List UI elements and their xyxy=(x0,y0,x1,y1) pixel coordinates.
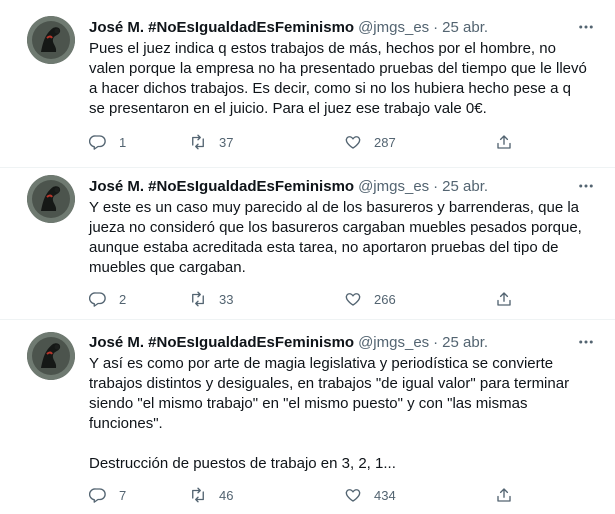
tweet[interactable]: José M. #NoEsIgualdadEsFeminismo @jmgs_e… xyxy=(0,14,615,168)
tweet-date[interactable]: 25 abr. xyxy=(442,178,488,195)
author-name[interactable]: José M. #NoEsIgualdadEsFeminismo xyxy=(89,334,354,351)
like-icon xyxy=(345,136,361,149)
avatar-image xyxy=(27,16,75,64)
retweet-icon xyxy=(192,134,204,150)
tweet-header: José M. #NoEsIgualdadEsFeminismo @jmgs_e… xyxy=(89,332,488,352)
reply-icon xyxy=(89,135,106,150)
tweet-header: José M. #NoEsIgualdadEsFeminismo @jmgs_e… xyxy=(89,176,488,196)
retweet-icon xyxy=(192,487,204,503)
share-icon xyxy=(497,488,511,502)
retweet-button[interactable]: 37 xyxy=(189,132,233,152)
author-name[interactable]: José M. #NoEsIgualdadEsFeminismo xyxy=(89,19,354,36)
share-button[interactable] xyxy=(495,485,513,505)
tweet-header: José M. #NoEsIgualdadEsFeminismo @jmgs_e… xyxy=(89,17,488,37)
retweet-icon xyxy=(192,291,204,307)
avatar[interactable] xyxy=(27,16,75,64)
avatar-image xyxy=(27,175,75,223)
like-count: 266 xyxy=(374,291,396,307)
reply-count: 2 xyxy=(119,291,127,307)
retweet-button[interactable]: 33 xyxy=(189,289,233,309)
like-icon xyxy=(345,293,361,306)
reply-count: 7 xyxy=(119,487,127,503)
separator-dot: · xyxy=(433,333,439,351)
reply-button[interactable]: 1 xyxy=(89,132,126,152)
tweet-actions: 7 46 434 xyxy=(89,485,519,505)
like-count: 287 xyxy=(374,134,396,150)
retweet-count: 37 xyxy=(219,134,234,150)
tweet-text: Pues el juez indica q estos trabajos de … xyxy=(89,40,587,117)
avatar[interactable] xyxy=(27,332,75,380)
separator-dot: · xyxy=(433,18,439,36)
separator-dot: · xyxy=(433,177,439,195)
reply-count: 1 xyxy=(119,134,127,150)
avatar-image xyxy=(27,332,75,380)
retweet-count: 46 xyxy=(219,487,234,503)
tweet-date[interactable]: 25 abr. xyxy=(442,19,488,36)
share-button[interactable] xyxy=(495,289,513,309)
timeline: José M. #NoEsIgualdadEsFeminismo @jmgs_e… xyxy=(0,0,615,514)
like-count: 434 xyxy=(374,487,396,503)
avatar[interactable] xyxy=(27,175,75,223)
like-button[interactable]: 434 xyxy=(344,485,396,505)
reply-button[interactable]: 2 xyxy=(89,289,126,309)
retweet-button[interactable]: 46 xyxy=(189,485,233,505)
like-icon xyxy=(345,489,361,502)
more-icon[interactable] xyxy=(576,332,596,352)
author-handle[interactable]: @jmgs_es xyxy=(358,334,429,351)
tweet-text: Y este es un caso muy parecido al de los… xyxy=(89,199,582,276)
share-button[interactable] xyxy=(495,132,513,152)
like-button[interactable]: 266 xyxy=(344,289,396,309)
reply-icon xyxy=(89,488,106,503)
retweet-count: 33 xyxy=(219,291,234,307)
tweet[interactable]: José M. #NoEsIgualdadEsFeminismo @jmgs_e… xyxy=(0,168,615,320)
tweet[interactable]: José M. #NoEsIgualdadEsFeminismo @jmgs_e… xyxy=(0,320,615,514)
author-name[interactable]: José M. #NoEsIgualdadEsFeminismo xyxy=(89,178,354,195)
tweet-date[interactable]: 25 abr. xyxy=(442,334,488,351)
like-button[interactable]: 287 xyxy=(344,132,396,152)
author-handle[interactable]: @jmgs_es xyxy=(358,178,429,195)
share-icon xyxy=(497,292,511,306)
tweet-actions: 1 37 287 xyxy=(89,132,519,152)
more-icon[interactable] xyxy=(576,176,596,196)
reply-button[interactable]: 7 xyxy=(89,485,126,505)
reply-icon xyxy=(89,292,106,307)
share-icon xyxy=(497,135,511,149)
more-icon[interactable] xyxy=(576,17,596,37)
tweet-actions: 2 33 266 xyxy=(89,289,519,309)
tweet-text: Y así es como por arte de magia legislat… xyxy=(89,355,570,472)
author-handle[interactable]: @jmgs_es xyxy=(358,19,429,36)
